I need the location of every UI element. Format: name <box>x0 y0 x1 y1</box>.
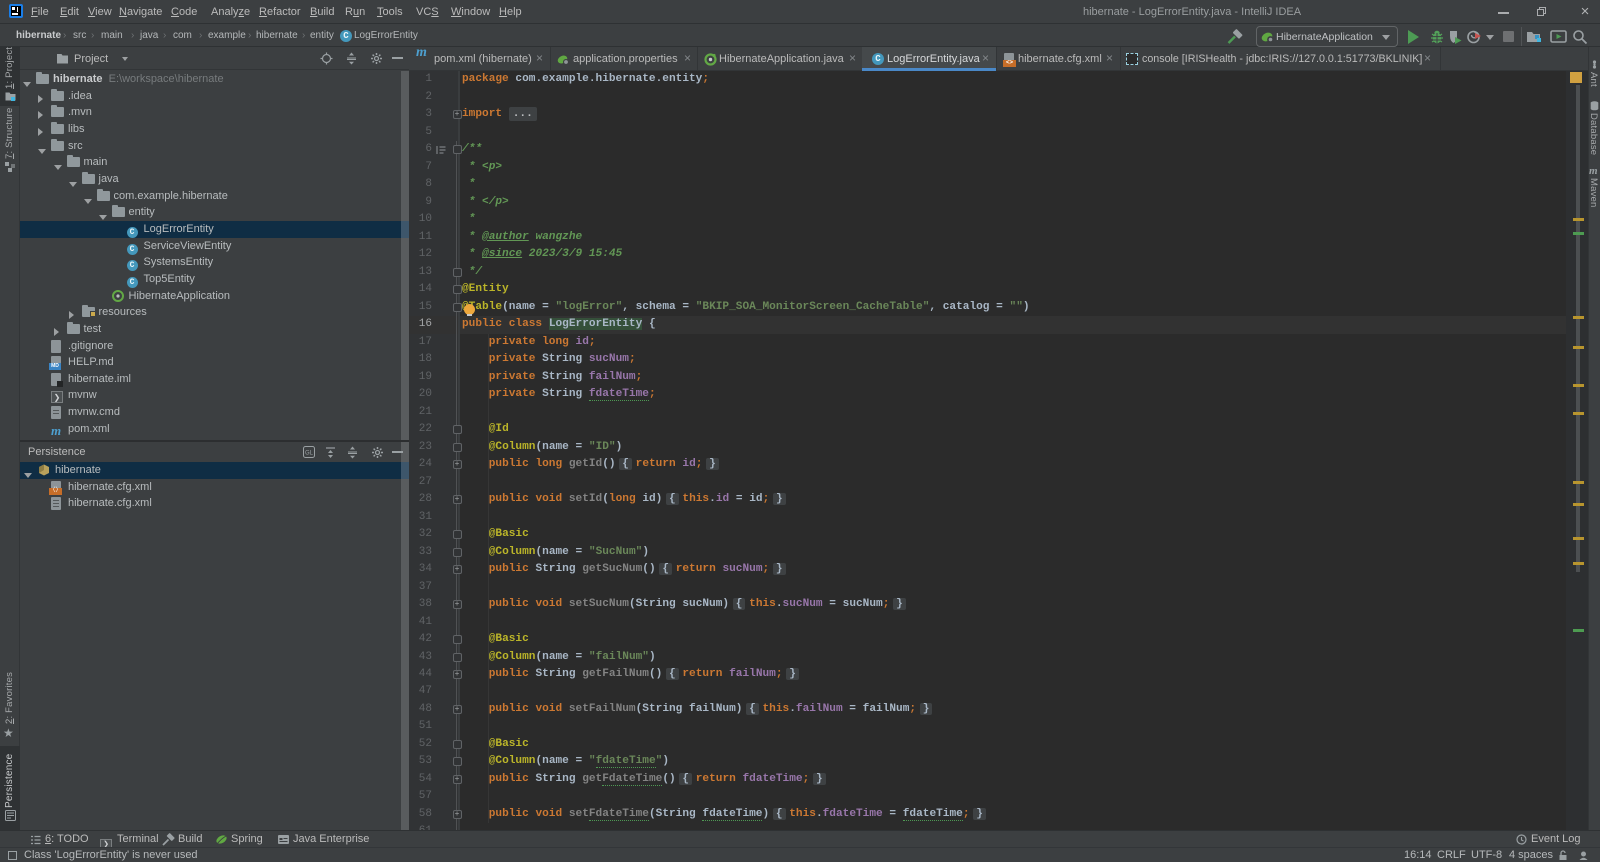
svg-text:GL: GL <box>305 451 314 457</box>
